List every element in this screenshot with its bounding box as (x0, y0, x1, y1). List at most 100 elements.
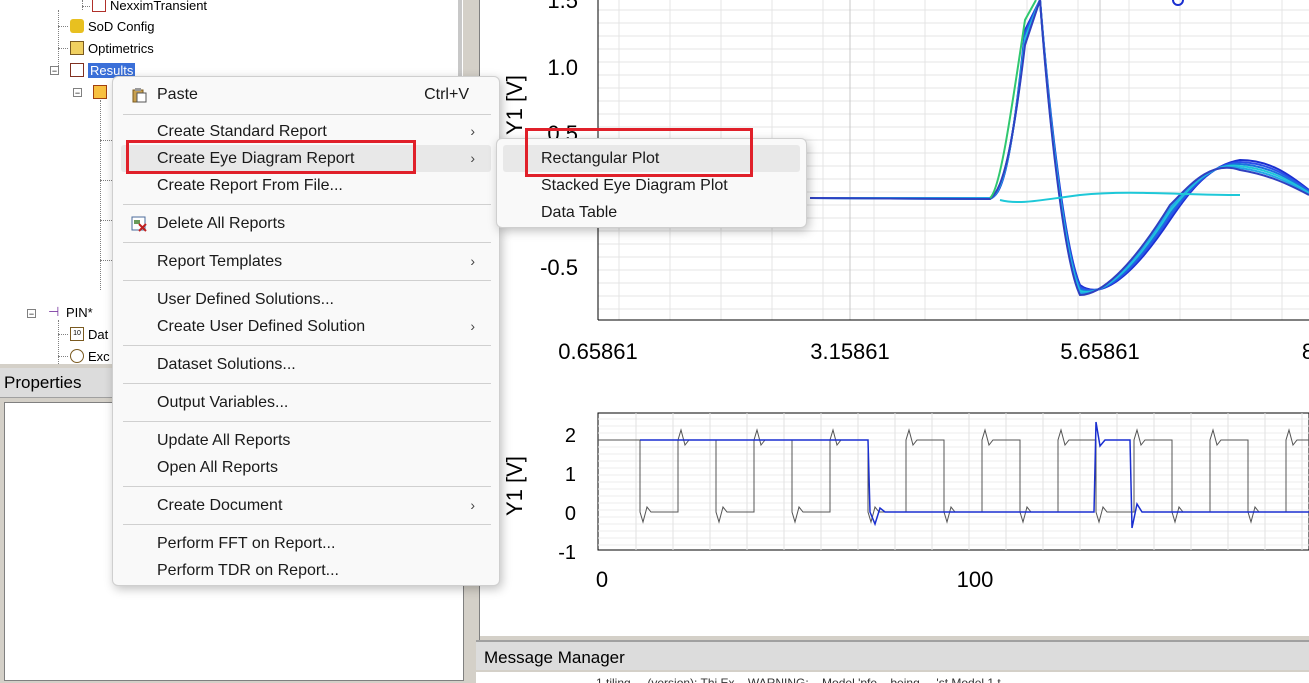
menu-item-label: Open All Reports (157, 459, 278, 476)
menu-shortcut: Ctrl+V (424, 86, 469, 103)
tree-line (100, 140, 112, 141)
collapse-toggle[interactable]: − (27, 309, 36, 319)
tree-line (100, 220, 112, 221)
menu-item-perform-tdr[interactable]: Perform TDR on Report... (121, 557, 491, 584)
tree-item-label: Dat (88, 326, 109, 342)
submenu-arrow-icon: › (470, 123, 475, 139)
menu-separator (123, 242, 491, 243)
tree-line (100, 260, 112, 261)
tree-line (58, 10, 59, 72)
menu-item-label: Create Document (157, 497, 283, 514)
menu-item-label: Create Standard Report (157, 123, 327, 140)
y-tick-label: 1.0 (547, 55, 578, 80)
menu-separator (123, 383, 491, 384)
y-tick-label: 1.5 (547, 0, 578, 13)
menu-item-perform-fft[interactable]: Perform FFT on Report... (121, 530, 491, 557)
menu-item-label: Dataset Solutions... (157, 356, 296, 373)
y-axis-label: Y1 [V] (502, 456, 527, 516)
plot-canvas: 1.51.00.5-0.5Y1 [V]0.65861 3.15861 5.65861… (502, 0, 1309, 592)
tree-item-label: NexximTransient (110, 0, 208, 13)
menu-separator (123, 204, 491, 205)
tree-line (82, 0, 83, 10)
report-icon[interactable] (93, 85, 107, 99)
menu-separator (123, 280, 491, 281)
y-tick-label: 1 (565, 464, 576, 486)
delete-reports-icon (131, 216, 147, 232)
menu-item-label: Create Report From File... (157, 177, 343, 194)
submenu-arrow-icon: › (470, 253, 475, 269)
tree-line (100, 180, 112, 181)
menu-item-create-document[interactable]: Create Document › (121, 492, 491, 519)
menu-item-label: Report Templates (157, 253, 283, 270)
menu-separator (123, 114, 491, 115)
y-tick-label: 2 (565, 425, 576, 447)
x-tick-label: 0.65861 (558, 339, 638, 364)
menu-item-report-templates[interactable]: Report Templates › (121, 248, 491, 275)
message-manager-title: Message Manager (476, 642, 1309, 670)
tree-item-data[interactable]: 10 Dat (70, 325, 108, 343)
y-axis-label: Y1 [V] (502, 75, 527, 135)
menu-item-delete-all-reports[interactable]: Delete All Reports (121, 210, 491, 237)
submenu-arrow-icon: › (470, 150, 475, 166)
plot-area[interactable]: 1.5 1.0 0.5 -0.5 Y1 [V] 0.65861 3.15861 5.65861… (480, 0, 1309, 636)
tree-item-label: SoD Config (88, 18, 155, 34)
tree-item-pin[interactable]: ⊣ PIN* (48, 303, 93, 321)
menu-item-open-all-reports[interactable]: Open All Reports (121, 454, 491, 481)
menu-item-label: Update All Reports (157, 432, 291, 449)
trace-marker (1172, 0, 1184, 6)
menu-item-label: Output Variables... (157, 394, 289, 411)
optimetrics-icon (70, 41, 84, 55)
eye-trace (810, 0, 1309, 291)
collapse-toggle[interactable]: − (50, 66, 59, 76)
menu-separator (123, 524, 491, 525)
menu-item-dataset-solutions[interactable]: Dataset Solutions... (121, 351, 491, 378)
excitation-icon (70, 349, 84, 363)
tree-item-excitations[interactable]: Exc (70, 347, 110, 364)
config-icon (70, 19, 84, 33)
paste-icon (132, 88, 147, 103)
menu-item-paste[interactable]: Paste Ctrl+V (121, 81, 491, 108)
pin-icon: ⊣ (48, 304, 60, 319)
submenu-item-data-table[interactable]: Data Table (503, 199, 800, 226)
menu-item-label: Perform FFT on Report... (157, 535, 336, 552)
menu-item-label: User Defined Solutions... (157, 291, 334, 308)
tree-item-sod-config[interactable]: SoD Config (70, 17, 154, 35)
y-tick-label: -1 (558, 542, 576, 564)
x-tick-label: 0 (596, 567, 608, 592)
menu-separator (123, 345, 491, 346)
x-tick-label: 3.15861 (810, 339, 890, 364)
transient-icon (92, 0, 106, 12)
eye-trace (809, 0, 1309, 293)
eye-trace (809, 0, 1309, 292)
tree-line (58, 334, 68, 335)
tree-line (100, 100, 101, 290)
menu-separator (123, 486, 491, 487)
menu-item-label: Delete All Reports (157, 215, 286, 232)
x-tick-label: 100 (957, 567, 994, 592)
tree-line (58, 26, 68, 27)
tree-line (82, 6, 90, 7)
tree-item-label: PIN* (66, 304, 93, 320)
tree-line (58, 48, 68, 49)
y-tick-label: -0.5 (540, 255, 578, 280)
highlight-box-eye-diagram (126, 140, 416, 174)
message-text: ...1 tiling ... (version): Thi Ex ...WAR… (476, 672, 1309, 683)
menu-item-create-user-defined-solution[interactable]: Create User Defined Solution › (121, 313, 491, 340)
menu-item-update-all-reports[interactable]: Update All Reports (121, 427, 491, 454)
tree-item-optimetrics[interactable]: Optimetrics (70, 39, 154, 57)
menu-item-user-defined-solutions[interactable]: User Defined Solutions... (121, 286, 491, 313)
x-tick-label: 5.65861 (1060, 339, 1140, 364)
submenu-arrow-icon: › (470, 318, 475, 334)
menu-item-label: Paste (157, 86, 198, 103)
tree-item-nexximtransient[interactable]: NexximTransient (92, 0, 207, 14)
menu-separator (123, 421, 491, 422)
highlight-box-rectangular-plot (525, 128, 753, 177)
menu-item-label: Create User Defined Solution (157, 318, 366, 335)
eye-trace (810, 0, 1309, 295)
eye-trace (810, 0, 1309, 292)
submenu-item-label: Data Table (541, 204, 618, 221)
collapse-toggle[interactable]: − (73, 88, 82, 98)
menu-item-create-report-from-file[interactable]: Create Report From File... (121, 172, 491, 199)
tree-line (58, 320, 59, 364)
menu-item-output-variables[interactable]: Output Variables... (121, 389, 491, 416)
